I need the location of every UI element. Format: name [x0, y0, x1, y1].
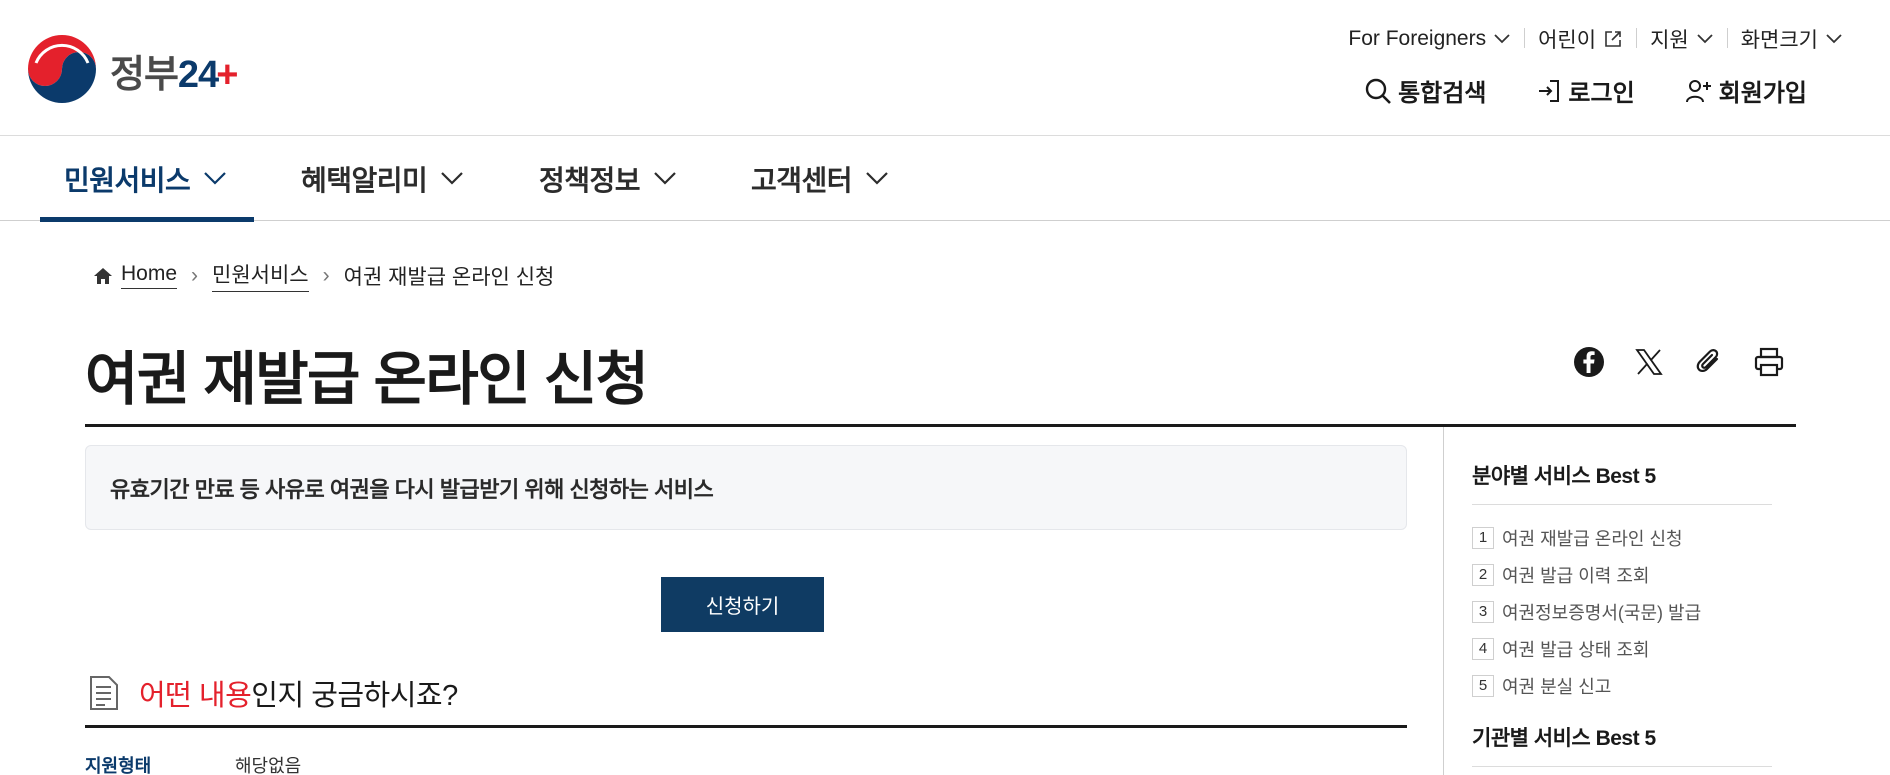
- print-icon: [1754, 347, 1784, 377]
- logo-text: 정부24+: [110, 53, 238, 96]
- chevron-down-icon: [441, 172, 464, 185]
- site-header: 정부24+ For Foreigners 어린이 지원 화면크기 통합검색 로그…: [0, 0, 1890, 136]
- x-icon: [1635, 349, 1663, 375]
- breadcrumb-current: 여권 재발급 온라인 신청: [343, 265, 555, 289]
- util-kids[interactable]: 어린이: [1524, 24, 1636, 54]
- list-item[interactable]: 1 여권 재발급 온라인 신청: [1472, 519, 1772, 556]
- copy-link-button[interactable]: [1692, 345, 1726, 379]
- print-button[interactable]: [1752, 345, 1786, 379]
- search-button[interactable]: 통합검색: [1364, 73, 1486, 108]
- chevron-down-icon: [654, 172, 676, 185]
- best-category-title: 분야별 서비스 Best 5: [1472, 460, 1772, 505]
- util-foreigners[interactable]: For Foreigners: [1334, 27, 1524, 51]
- user-add-icon: [1685, 79, 1711, 102]
- main-navigation: 민원서비스 혜택알리미 정책정보 고객센터: [0, 136, 1890, 222]
- list-item[interactable]: 4 여권 발급 상태 조회: [1472, 630, 1772, 667]
- login-icon: [1539, 79, 1560, 102]
- breadcrumb-separator-icon: ›: [322, 263, 330, 287]
- clip-icon: [1696, 349, 1719, 373]
- info-row-support-type: 지원형태 해당없음: [85, 752, 301, 775]
- chevron-down-icon: [204, 172, 227, 185]
- external-link-icon: [1605, 31, 1621, 47]
- info-key: 지원형태: [85, 756, 152, 775]
- facebook-share-button[interactable]: [1572, 345, 1606, 379]
- facebook-icon: [1574, 347, 1604, 377]
- utility-menu: For Foreigners 어린이 지원 화면크기: [1334, 24, 1842, 54]
- best-agency-title: 기관별 서비스 Best 5: [1472, 722, 1772, 767]
- title-divider: [85, 424, 1796, 427]
- gnb-benefit-alarm[interactable]: 혜택알리미: [301, 136, 464, 221]
- login-button[interactable]: 로그인: [1536, 73, 1635, 108]
- breadcrumb-civil-services[interactable]: 민원서비스: [212, 259, 309, 292]
- member-menu: 통합검색 로그인 회원가입: [1364, 73, 1807, 108]
- list-item[interactable]: 3 여권정보증명서(국문) 발급: [1472, 593, 1772, 630]
- list-item[interactable]: 5 여권 분실 신고: [1472, 667, 1772, 704]
- search-icon: [1365, 78, 1392, 104]
- chevron-down-icon: [866, 172, 888, 185]
- breadcrumb-separator-icon: ›: [191, 263, 199, 287]
- document-icon: [90, 676, 118, 710]
- chevron-down-icon: [1826, 34, 1842, 44]
- best-services-aside: 분야별 서비스 Best 5 1 여권 재발급 온라인 신청 2 여권 발급 이력 …: [1472, 460, 1772, 767]
- gnb-policy-info[interactable]: 정책정보: [539, 136, 676, 221]
- aside-divider: [1443, 427, 1444, 775]
- taegeuk-logo-icon: [28, 35, 96, 103]
- gov24-logo[interactable]: 정부24+: [26, 33, 238, 105]
- gnb-civil-services[interactable]: 민원서비스: [39, 136, 255, 222]
- best-category-list: 1 여권 재발급 온라인 신청 2 여권 발급 이력 조회 3 여권정보증명서(국문)…: [1472, 519, 1772, 704]
- info-value: 해당없음: [235, 756, 302, 775]
- apply-button[interactable]: 신청하기: [661, 577, 824, 632]
- service-summary: 유효기간 만료 등 사유로 여권을 다시 발급받기 위해 신청하는 서비스: [85, 445, 1407, 530]
- section-heading: 어떤 내용 인지 궁금하시죠?: [89, 672, 458, 714]
- share-tools: [1546, 345, 1786, 379]
- chevron-down-icon: [1494, 34, 1510, 44]
- gnb-customer-center[interactable]: 고객센터: [751, 136, 888, 221]
- signup-button[interactable]: 회원가입: [1685, 73, 1807, 108]
- x-share-button[interactable]: [1632, 345, 1666, 379]
- breadcrumb-home[interactable]: Home: [121, 262, 178, 289]
- breadcrumb: Home › 민원서비스 › 여권 재발급 온라인 신청: [93, 259, 554, 292]
- section-divider: [85, 725, 1407, 728]
- list-item[interactable]: 2 여권 발급 이력 조회: [1472, 556, 1772, 593]
- home-icon: [94, 267, 112, 284]
- chevron-down-icon: [1697, 34, 1713, 44]
- util-screen-size[interactable]: 화면크기: [1726, 24, 1842, 54]
- util-support[interactable]: 지원: [1636, 24, 1727, 54]
- page-title: 여권 재발급 온라인 신청: [85, 347, 649, 412]
